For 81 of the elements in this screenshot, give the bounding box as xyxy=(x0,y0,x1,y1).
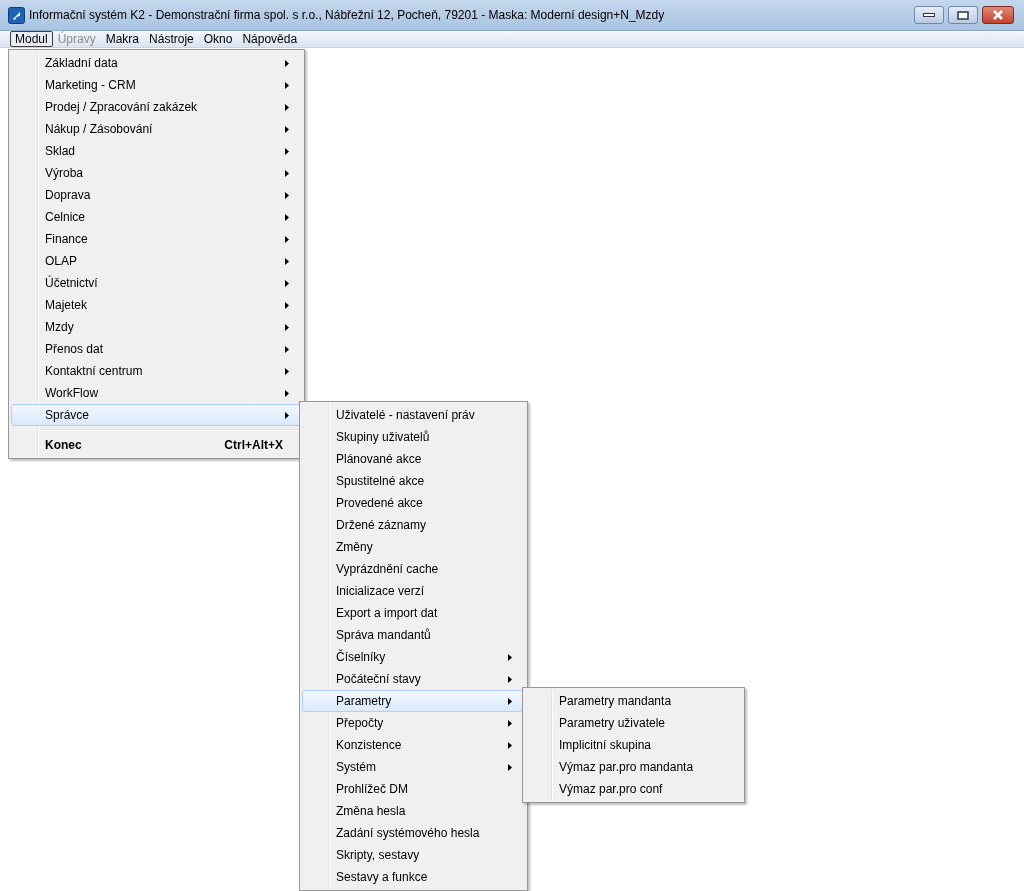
minimize-icon xyxy=(923,13,935,17)
menu-item[interactable]: Číselníky xyxy=(302,646,525,668)
menu-item[interactable]: Skripty, sestavy xyxy=(302,844,525,866)
menu-bar-item[interactable]: Makra xyxy=(100,31,145,47)
menu-item[interactable]: Provedené akce xyxy=(302,492,525,514)
menu-item[interactable]: Parametry mandanta xyxy=(525,690,742,712)
submenu-arrow-icon xyxy=(285,389,289,397)
submenu-arrow-icon xyxy=(285,59,289,67)
menu-item[interactable]: Výroba xyxy=(11,162,302,184)
menu-item[interactable]: Držené záznamy xyxy=(302,514,525,536)
menu-item[interactable]: WorkFlow xyxy=(11,382,302,404)
submenu-arrow-icon xyxy=(285,367,289,375)
submenu-arrow-icon xyxy=(285,81,289,89)
menu-item[interactable]: Změny xyxy=(302,536,525,558)
menu-item[interactable]: Účetnictví xyxy=(11,272,302,294)
menu-item[interactable]: Inicializace verzí xyxy=(302,580,525,602)
window-title: Informační systém K2 - Demonstrační firma spol. s r.o., Nábřežní 12, Pocheň, 79201 - Maska: Moderní design+N_Mzdy xyxy=(29,7,665,24)
submenu-arrow-icon xyxy=(285,191,289,199)
menu-item[interactable]: Systém xyxy=(302,756,525,778)
menu-item[interactable]: Parametry uživatele xyxy=(525,712,742,734)
close-button[interactable] xyxy=(982,6,1014,24)
menu-item[interactable]: Finance xyxy=(11,228,302,250)
menu-item[interactable]: Vyprázdnění cache xyxy=(302,558,525,580)
menu-item[interactable]: Počáteční stavy xyxy=(302,668,525,690)
submenu-arrow-icon xyxy=(285,411,289,419)
menu-item[interactable]: Základní data xyxy=(11,52,302,74)
menu-item[interactable]: Mzdy xyxy=(11,316,302,338)
menu-item[interactable]: Export a import dat xyxy=(302,602,525,624)
menu-item[interactable]: OLAP xyxy=(11,250,302,272)
menu-item[interactable]: Konzistence xyxy=(302,734,525,756)
submenu-arrow-icon xyxy=(285,279,289,287)
menu-item[interactable]: Zadání systémového hesla xyxy=(302,822,525,844)
submenu-arrow-icon xyxy=(285,125,289,133)
submenu-arrow-icon xyxy=(285,323,289,331)
menu-item[interactable]: Marketing - CRM xyxy=(11,74,302,96)
menu-bar-item[interactable]: Nástroje xyxy=(144,31,199,47)
menu-item[interactable]: Implicitní skupina xyxy=(525,734,742,756)
menu-item[interactable]: Přepočty xyxy=(302,712,525,734)
submenu-arrow-icon xyxy=(508,719,512,727)
submenu-arrow-icon xyxy=(508,763,512,771)
close-icon xyxy=(992,10,1004,20)
menu-item[interactable]: Správce xyxy=(11,404,302,426)
menu-item[interactable]: Parametry xyxy=(302,690,525,712)
menu-bar-item[interactable]: Okno xyxy=(198,31,238,47)
menu-item[interactable]: Nákup / Zásobování xyxy=(11,118,302,140)
menu-item[interactable]: Plánované akce xyxy=(302,448,525,470)
maximize-icon xyxy=(957,10,969,20)
menu-item[interactable]: Správa mandantů xyxy=(302,624,525,646)
submenu-arrow-icon xyxy=(285,147,289,155)
menu-item[interactable]: Sklad xyxy=(11,140,302,162)
submenu-arrow-icon xyxy=(285,103,289,111)
submenu-arrow-icon xyxy=(285,235,289,243)
submenu-arrow-icon xyxy=(285,169,289,177)
submenu-arrow-icon xyxy=(285,345,289,353)
menu-bar-item[interactable]: Nápověda xyxy=(237,31,303,47)
submenu-arrow-icon xyxy=(285,301,289,309)
submenu-arrow-icon xyxy=(508,653,512,661)
menu-item[interactable]: Sestavy a funkce xyxy=(302,866,525,888)
submenu-arrow-icon xyxy=(285,213,289,221)
submenu-arrow-icon xyxy=(285,257,289,265)
menu-bar-item[interactable]: Modul xyxy=(10,31,53,47)
menu-item[interactable]: Majetek xyxy=(11,294,302,316)
minimize-button[interactable] xyxy=(914,6,944,24)
submenu-arrow-icon xyxy=(508,741,512,749)
menu-item[interactable]: Prodej / Zpracování zakázek xyxy=(11,96,302,118)
menu-item[interactable]: Výmaz par.pro conf xyxy=(525,778,742,800)
menu-item[interactable]: Celnice xyxy=(11,206,302,228)
menu-item[interactable]: Kontaktní centrum xyxy=(11,360,302,382)
menu-item[interactable]: Spustitelné akce xyxy=(302,470,525,492)
menu-item[interactable]: Uživatelé - nastavení práv xyxy=(302,404,525,426)
menu-item[interactable]: Výmaz par.pro mandanta xyxy=(525,756,742,778)
maximize-button[interactable] xyxy=(948,6,978,24)
submenu-arrow-icon xyxy=(508,675,512,683)
menu-item[interactable]: Skupiny uživatelů xyxy=(302,426,525,448)
menu-item[interactable]: Změna hesla xyxy=(302,800,525,822)
menu-item[interactable]: Konec Ctrl+Alt+X xyxy=(11,434,302,456)
menu-item[interactable]: Přenos dat xyxy=(11,338,302,360)
menu-item[interactable]: Doprava xyxy=(11,184,302,206)
submenu-arrow-icon xyxy=(508,697,512,705)
menu-item[interactable]: Prohlížeč DM xyxy=(302,778,525,800)
app-logo-icon xyxy=(8,6,25,24)
